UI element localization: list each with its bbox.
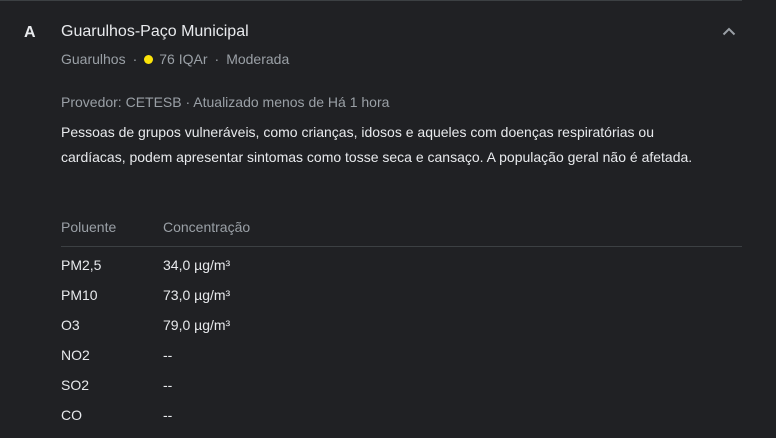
collapse-button[interactable] (716, 18, 742, 44)
table-row: NO2 -- (61, 340, 742, 370)
pollutant-name: CO (61, 407, 82, 423)
station-summary: Guarulhos · 76 IQAr · Moderada (61, 51, 289, 67)
separator-dot: · (214, 51, 220, 67)
aqi-level: Moderada (226, 51, 290, 67)
table-body: PM2,5 34,0 µg/m³ PM10 73,0 µg/m³ O3 79,0… (61, 247, 742, 430)
table-row: CO -- (61, 400, 742, 430)
aqi-value: 76 IQAr (159, 51, 208, 67)
separator-dot: · (132, 51, 138, 67)
header-concentration: Concentração (163, 219, 251, 235)
table-row: PM2,5 34,0 µg/m³ (61, 250, 742, 280)
health-description: Pessoas de grupos vulneráveis, como cria… (61, 124, 693, 165)
provider-info: Provedor: CETESB · Atualizado menos de H… (61, 94, 390, 110)
map-marker-label: A (24, 24, 36, 41)
table-row: SO2 -- (61, 370, 742, 400)
pollutant-concentration: 79,0 µg/m³ (163, 317, 231, 333)
pollutant-concentration: -- (163, 377, 173, 393)
chevron-up-icon (722, 27, 736, 35)
divider (0, 0, 742, 1)
pollutant-name: SO2 (61, 377, 90, 393)
city-label: Guarulhos (61, 51, 126, 67)
pollutant-concentration: -- (163, 407, 173, 423)
pollutant-name: O3 (61, 317, 80, 333)
air-quality-panel: A Guarulhos-Paço Municipal Guarulhos · 7… (0, 0, 776, 438)
pollutant-name: PM2,5 (61, 257, 102, 273)
table-row: O3 79,0 µg/m³ (61, 310, 742, 340)
station-name: Guarulhos-Paço Municipal (61, 23, 249, 40)
header-pollutant: Poluente (61, 219, 117, 235)
pollutant-table: Poluente Concentração PM2,5 34,0 µg/m³ P… (61, 219, 742, 430)
pollutant-name: PM10 (61, 287, 98, 303)
table-header: Poluente Concentração (61, 219, 742, 247)
pollutant-concentration: 34,0 µg/m³ (163, 257, 231, 273)
pollutant-concentration: -- (163, 347, 173, 363)
aqi-status-dot (144, 54, 154, 64)
pollutant-concentration: 73,0 µg/m³ (163, 287, 231, 303)
table-row: PM10 73,0 µg/m³ (61, 280, 742, 310)
pollutant-name: NO2 (61, 347, 90, 363)
